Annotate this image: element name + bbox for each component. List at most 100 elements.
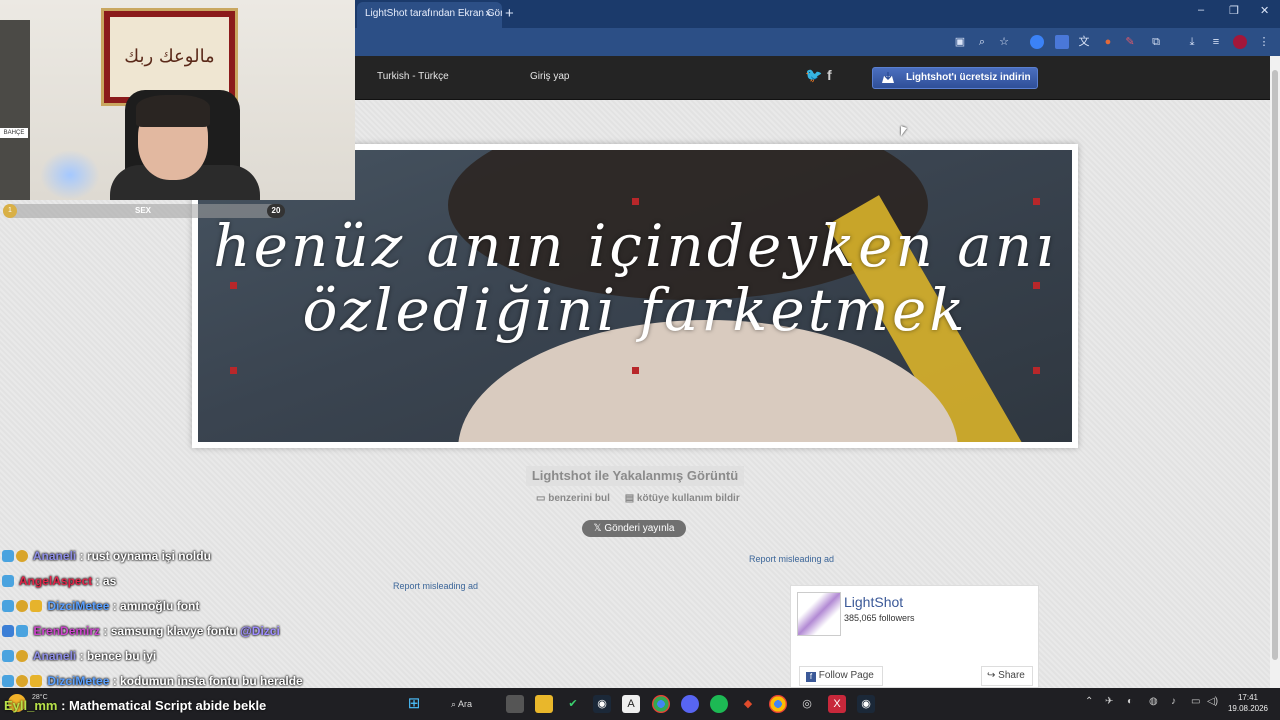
selection-handle <box>1033 198 1040 205</box>
obs-icon[interactable]: ◎ <box>798 695 816 713</box>
facebook-icon[interactable]: f <box>827 67 832 83</box>
chat-text: : kodumun insta fontu bu heralde <box>112 674 303 688</box>
zoom-icon[interactable]: ⌕ <box>975 35 989 49</box>
now-playing-user: Eyll_mm <box>4 698 58 713</box>
browser-toolbar: ▣ ⌕ ☆ 文 ● ✎ ⧉ ⤓ ≡ ⋮ <box>355 28 1280 56</box>
screenshot-caption: Lightshot ile Yakalanmış Görüntü <box>526 466 744 486</box>
facebook-page-widget: LightShot 385,065 followers f Follow Pag… <box>790 585 1039 688</box>
lightshot-feather-logo[interactable] <box>797 592 841 636</box>
steam-icon[interactable]: ◉ <box>593 695 611 713</box>
checkmark-app-icon[interactable]: ✔ <box>564 695 582 713</box>
steam-app-icon[interactable]: ◉ <box>857 695 875 713</box>
bookmark-star-icon[interactable]: ☆ <box>997 35 1011 49</box>
lightshot-header: Turkish - Türkçe Giriş yap 🐦 f Lightshot… <box>355 56 1270 100</box>
poll-bar: 1 SEX 20 <box>3 204 285 218</box>
facebook-share-button[interactable]: ↪ Share <box>981 666 1033 686</box>
calligraphy-text: مالوعك ربك قلى <box>110 17 229 147</box>
windows-start-icon[interactable]: ⊞ <box>405 695 423 713</box>
mouse-cursor <box>901 126 907 136</box>
restore-icon[interactable]: ❐ <box>1229 4 1239 17</box>
browser-tab[interactable]: LightShot tarafından Ekran Görüntüsü × <box>357 2 502 28</box>
facebook-followers: 385,065 followers <box>844 613 915 623</box>
now-playing-text: : Mathematical Script abide bekle <box>61 698 267 713</box>
chat-username: DizciMetee <box>47 599 110 613</box>
network-icon[interactable]: ▭ <box>1191 696 1200 707</box>
chat-mention: @Dizci <box>240 624 280 638</box>
x-app-icon[interactable]: X <box>828 695 846 713</box>
taskbar-clock[interactable]: 17:41 19.08.2026 <box>1222 692 1274 714</box>
prime-badge-icon <box>2 575 14 587</box>
chat-text: : as <box>95 574 117 588</box>
minimize-icon[interactable]: – <box>1198 4 1204 16</box>
report-ad-link[interactable]: Report misleading ad <box>393 581 478 591</box>
webcam-shelf <box>0 20 30 200</box>
tool-extension-icon[interactable]: ✎ <box>1123 35 1137 49</box>
sub-badge-icon <box>2 625 14 637</box>
menu-icon[interactable]: ⋮ <box>1257 35 1271 49</box>
report-abuse-link[interactable]: ▤ kötüye kullanım bildir <box>625 493 746 504</box>
similar-link[interactable]: ▭ benzerini bul <box>536 493 616 504</box>
chrome-icon[interactable] <box>652 695 670 713</box>
browser-tab-bar: LightShot tarafından Ekran Görüntüsü × +… <box>355 0 1280 28</box>
webcam-blue-light <box>40 150 100 200</box>
now-playing-overlay: Eyll_mm : Mathematical Script abide bekl… <box>4 698 266 713</box>
microphone-icon[interactable]: ♪ <box>1171 696 1176 707</box>
taskbar-search[interactable]: ⌕ Ara <box>445 695 491 713</box>
clock-time: 17:41 <box>1237 693 1259 702</box>
close-window-icon[interactable]: ✕ <box>1260 4 1269 17</box>
volume-icon[interactable]: ◁) <box>1207 696 1218 707</box>
prime-badge-icon <box>16 625 28 637</box>
chat-message: AngelAspect : as <box>2 571 362 596</box>
install-app-icon[interactable]: ▣ <box>953 35 967 49</box>
color-extension-icon[interactable]: ● <box>1101 35 1115 49</box>
scrollbar-thumb[interactable] <box>1272 70 1278 660</box>
chat-username: DizciMetee <box>47 674 110 688</box>
login-link[interactable]: Giriş yap <box>530 71 569 82</box>
extensions-puzzle-icon[interactable]: ⧉ <box>1149 35 1163 49</box>
task-view-icon[interactable] <box>506 695 524 713</box>
language-selector[interactable]: Turkish - Türkçe <box>377 71 449 82</box>
file-explorer-icon[interactable] <box>535 695 553 713</box>
tray-expand-icon[interactable]: ⌃ <box>1085 696 1093 707</box>
reading-list-icon[interactable]: ≡ <box>1209 35 1223 49</box>
twitter-icon[interactable]: 🐦 <box>805 67 822 84</box>
facebook-icon: f <box>806 672 816 682</box>
discord-tray-icon[interactable]: ◍ <box>1149 696 1158 707</box>
new-tab-icon[interactable]: + <box>505 2 514 26</box>
download-button[interactable]: Lightshot'ı ücretsiz indirin <box>872 67 1038 89</box>
telegram-tray-icon[interactable]: ✈ <box>1105 696 1113 707</box>
page-scrollbar[interactable] <box>1270 56 1280 688</box>
discord-icon[interactable] <box>681 695 699 713</box>
chat-username: AngelAspect <box>18 574 93 588</box>
poll-label: SEX <box>134 206 151 215</box>
chat-username: Ananeli <box>32 549 77 563</box>
tab-title: LightShot tarafından Ekran Görüntüsü <box>365 8 502 19</box>
selection-handle <box>632 198 639 205</box>
extension-icon[interactable] <box>1030 35 1044 49</box>
spotify-icon[interactable] <box>710 695 728 713</box>
download-icon[interactable]: ⤓ <box>1185 35 1199 49</box>
windows-taskbar: 28°C Eyll_mm : Mathematical Script abide… <box>0 688 1280 720</box>
chrome-tray-icon[interactable]: ◐ <box>1127 696 1133 707</box>
translate-extension-icon[interactable] <box>1055 35 1069 49</box>
post-button[interactable]: 𝕏 Gönderi yayınla <box>582 520 686 537</box>
chat-message: Ananeli : bence bu iyi <box>2 646 362 671</box>
selection-handle <box>230 282 237 289</box>
chat-username: ErenDemirz <box>33 624 101 638</box>
facebook-follow-button[interactable]: f Follow Page <box>799 666 883 686</box>
chrome-active-icon[interactable] <box>769 695 787 713</box>
coin-badge-icon <box>16 550 28 562</box>
profile-avatar[interactable] <box>1233 35 1247 49</box>
language-extension-icon[interactable]: 文 <box>1077 35 1091 49</box>
notion-icon[interactable]: A <box>622 695 640 713</box>
facebook-page-name[interactable]: LightShot <box>844 594 903 610</box>
lightshot-logo-icon <box>882 72 894 83</box>
valorant-icon[interactable]: ◆ <box>739 695 757 713</box>
x-logo-icon: 𝕏 <box>593 523 605 534</box>
tab-close-icon[interactable]: × <box>485 2 491 26</box>
sub-badge-icon <box>30 675 42 687</box>
chat-text: : amınoğlu font <box>112 599 200 613</box>
sub-badge-icon <box>30 600 42 612</box>
selection-handle <box>230 367 237 374</box>
report-ad-link[interactable]: Report misleading ad <box>749 554 834 564</box>
